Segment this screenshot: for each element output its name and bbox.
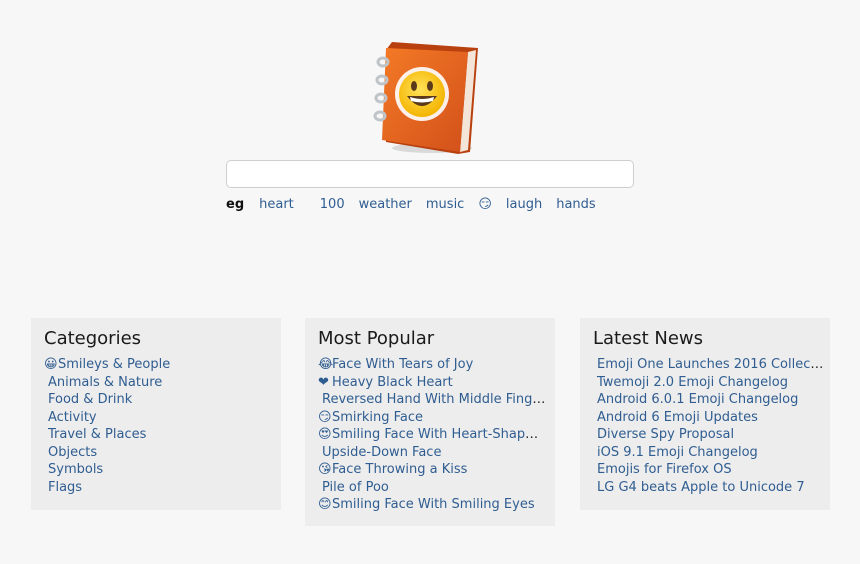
popular-label: Smiling Face With Heart-Shaped Eyes	[332, 427, 546, 442]
example-link[interactable]: laugh	[506, 197, 542, 212]
popular-label[interactable]: Pile of Poo	[322, 480, 389, 495]
most-popular-title: Most Popular	[318, 328, 435, 349]
popular-label: Smirking Face	[332, 409, 424, 425]
category-label[interactable]: Animals & Nature	[48, 375, 162, 390]
example-link[interactable]: heart	[259, 197, 294, 212]
heart-icon: ❤	[318, 374, 329, 390]
smirking-face-icon: 😏	[318, 409, 332, 425]
list-item[interactable]: Emoji One Launches 2016 Collection	[593, 356, 825, 374]
latest-news-list: Emoji One Launches 2016 Collection Twemo…	[593, 356, 830, 496]
list-item[interactable]: Reversed Hand With Middle Finger Extende…	[318, 391, 550, 409]
categories-panel: Categories 😀Smileys & People Animals & N…	[31, 318, 281, 510]
latest-news-title: Latest News	[593, 328, 703, 349]
heart-eyes-icon: 😍	[318, 427, 332, 442]
list-item[interactable]: 😏Smirking Face	[318, 409, 546, 427]
list-item[interactable]: Animals & Nature	[44, 374, 276, 392]
popular-label[interactable]: Upside-Down Face	[322, 445, 441, 460]
list-item[interactable]: 😂Face With Tears of Joy	[318, 356, 546, 374]
news-link[interactable]: LG G4 beats Apple to Unicode 7	[597, 480, 805, 495]
news-link[interactable]: Android 6.0.1 Emoji Changelog	[597, 392, 798, 407]
category-label[interactable]: Activity	[48, 410, 97, 425]
news-link[interactable]: Emoji One Launches 2016 Collection	[597, 357, 825, 372]
list-item[interactable]: Emojis for Firefox OS	[593, 461, 825, 479]
latest-news-panel: Latest News Emoji One Launches 2016 Coll…	[580, 318, 830, 510]
popular-label: Face With Tears of Joy	[332, 357, 474, 372]
news-link[interactable]: Diverse Spy Proposal	[597, 427, 734, 442]
news-link[interactable]: iOS 9.1 Emoji Changelog	[597, 445, 758, 460]
list-item[interactable]: Objects	[44, 444, 276, 462]
popular-label: Heavy Black Heart	[332, 374, 453, 390]
list-item[interactable]: LG G4 beats Apple to Unicode 7	[593, 479, 825, 497]
list-item[interactable]: Activity	[44, 409, 276, 427]
list-item[interactable]: Upside-Down Face	[318, 444, 550, 462]
list-item[interactable]: ❤ Heavy Black Heart	[318, 374, 546, 392]
list-item[interactable]: iOS 9.1 Emoji Changelog	[593, 444, 825, 462]
grinning-face-icon: 😀	[44, 357, 58, 372]
category-label[interactable]: Symbols	[48, 462, 103, 477]
popular-label[interactable]: Reversed Hand With Middle Finger Extende…	[322, 392, 550, 407]
list-item[interactable]: Pile of Poo	[318, 479, 550, 497]
list-item[interactable]: Diverse Spy Proposal	[593, 426, 825, 444]
list-item[interactable]: Symbols	[44, 461, 276, 479]
popular-label: Smiling Face With Smiling Eyes	[332, 497, 535, 512]
category-label[interactable]: Flags	[48, 480, 82, 495]
list-item[interactable]: Android 6 Emoji Updates	[593, 409, 825, 427]
news-link[interactable]: Emojis for Firefox OS	[597, 462, 732, 477]
smiling-eyes-icon: 😊	[318, 497, 332, 512]
list-item[interactable]: Twemoji 2.0 Emoji Changelog	[593, 374, 825, 392]
list-item[interactable]: 😊Smiling Face With Smiling Eyes	[318, 496, 546, 514]
categories-title: Categories	[44, 328, 142, 349]
example-link[interactable]: music	[426, 197, 464, 212]
example-link-emoji[interactable]: 😏	[478, 197, 492, 212]
most-popular-list: 😂Face With Tears of Joy ❤ Heavy Black Hea…	[318, 356, 555, 514]
list-item[interactable]: Flags	[44, 479, 276, 497]
categories-list: 😀Smileys & People Animals & Nature Food …	[44, 356, 281, 496]
list-item[interactable]: 😀Smileys & People	[44, 356, 272, 374]
category-label[interactable]: Food & Drink	[48, 392, 132, 407]
list-item[interactable]: Android 6.0.1 Emoji Changelog	[593, 391, 825, 409]
list-item[interactable]: 😍Smiling Face With Heart-Shaped Eyes	[318, 426, 546, 444]
search-input[interactable]	[226, 160, 634, 188]
category-label: Smileys & People	[58, 357, 171, 372]
example-link[interactable]: weather	[359, 197, 412, 212]
emojipedia-logo-icon[interactable]	[372, 38, 484, 156]
category-label[interactable]: Objects	[48, 445, 97, 460]
most-popular-panel: Most Popular 😂Face With Tears of Joy ❤ He…	[305, 318, 555, 526]
kiss-face-icon: 😘	[318, 462, 332, 477]
list-item[interactable]: 😘Face Throwing a Kiss	[318, 461, 546, 479]
search-examples: eg heart 100 weather music 😏 laugh hands	[226, 195, 610, 213]
news-link[interactable]: Twemoji 2.0 Emoji Changelog	[597, 375, 788, 390]
examples-prefix: eg	[226, 196, 245, 212]
popular-label: Face Throwing a Kiss	[332, 462, 468, 477]
list-item[interactable]: Food & Drink	[44, 391, 276, 409]
tears-of-joy-icon: 😂	[318, 357, 334, 372]
example-link[interactable]: hands	[556, 197, 595, 212]
example-link[interactable]: 100	[320, 197, 345, 212]
news-link[interactable]: Android 6 Emoji Updates	[597, 410, 758, 425]
category-label[interactable]: Travel & Places	[48, 427, 146, 442]
list-item[interactable]: Travel & Places	[44, 426, 276, 444]
